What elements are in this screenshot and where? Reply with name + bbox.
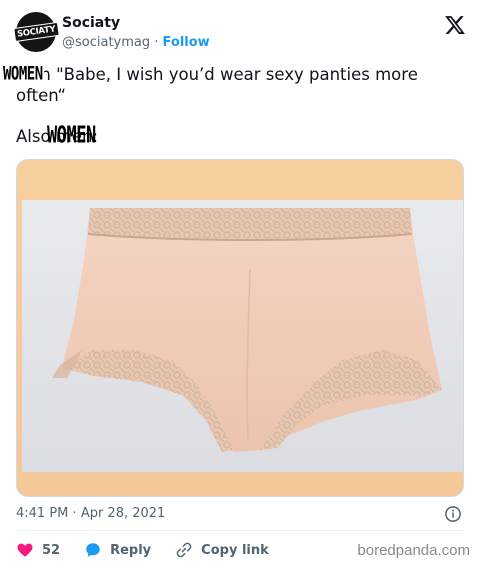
tweet-media[interactable] (16, 159, 464, 497)
tweet-line-1: Men "Babe, I wish you’d wear sexy pantie… (16, 65, 418, 105)
tweet-time: 4:41 PM (16, 506, 69, 521)
overlay-word-women-2: WOMEN (47, 122, 96, 150)
info-icon[interactable] (444, 505, 462, 523)
x-logo-icon[interactable] (444, 14, 466, 36)
follow-button[interactable]: Follow (163, 35, 210, 50)
avatar-logo-text: SOCIATY (12, 21, 60, 43)
link-icon (176, 542, 192, 558)
tweet-date: Apr 28, 2021 (80, 506, 166, 521)
reply-bubble-icon (86, 543, 100, 557)
action-bar: 52 Reply Copy link (16, 541, 293, 559)
tweet-header: SOCIATY Sociaty @sociatymag · Follow (12, 12, 468, 52)
divider (16, 530, 464, 531)
like-count: 52 (42, 542, 61, 558)
like-button[interactable]: 52 (16, 541, 60, 559)
watermark: boredpanda.com (357, 542, 470, 559)
tweet-timestamp[interactable]: 4:41 PM · Apr 28, 2021 (16, 506, 165, 522)
handle[interactable]: @sociatymag (62, 35, 150, 50)
avatar[interactable]: SOCIATY (12, 12, 60, 52)
overlay-word-women-1: WOMEN (2, 63, 44, 85)
handle-row: @sociatymag · Follow (62, 34, 210, 52)
timestamp-separator: · (72, 506, 77, 521)
handle-separator: · (154, 35, 159, 50)
reply-button[interactable]: Reply (84, 541, 151, 559)
display-name[interactable]: Sociaty (62, 14, 210, 32)
panties-photo (22, 200, 463, 472)
copy-link-button[interactable]: Copy link (175, 541, 269, 559)
author-names: Sociaty @sociatymag · Follow (62, 14, 210, 52)
heart-icon (17, 543, 33, 557)
copy-link-label: Copy link (201, 542, 269, 558)
reply-label: Reply (110, 542, 152, 558)
